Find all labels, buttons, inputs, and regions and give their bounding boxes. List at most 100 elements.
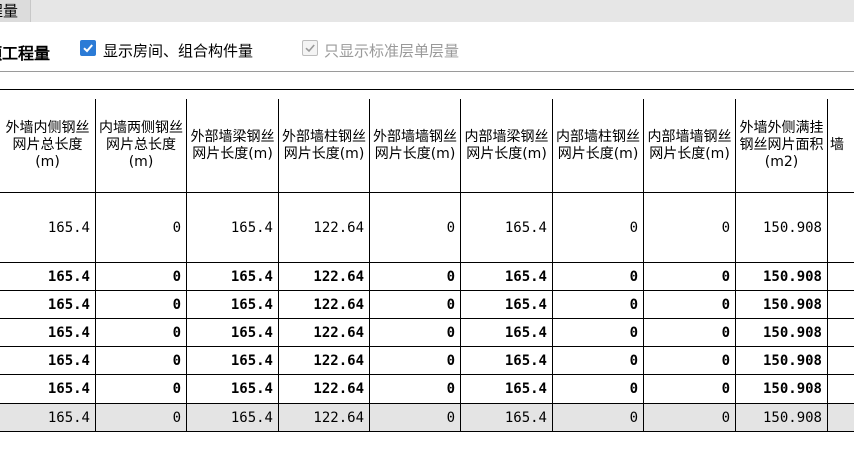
title-bar: 程量 xyxy=(0,0,854,23)
table-cell[interactable]: 0 xyxy=(644,375,736,403)
table-cell[interactable]: 0 xyxy=(370,404,461,431)
table-cell[interactable] xyxy=(828,347,854,374)
table-cell[interactable] xyxy=(828,193,854,262)
table-cell[interactable]: 0 xyxy=(644,404,736,431)
column-header[interactable]: 内部墙梁钢丝网片长度(m) xyxy=(461,99,553,192)
column-header[interactable]: 外部墙墙钢丝网片长度(m) xyxy=(370,99,461,192)
table-cell[interactable]: 122.64 xyxy=(279,375,370,403)
table-cell[interactable]: 165.4 xyxy=(187,193,279,262)
table-cell[interactable]: 0 xyxy=(96,347,187,374)
table-cell[interactable]: 165.4 xyxy=(187,319,279,346)
table-cell[interactable]: 0 xyxy=(553,263,644,290)
quota-quantity-label: 额工程量 xyxy=(0,44,51,63)
table-cell[interactable]: 165.4 xyxy=(187,404,279,431)
table-cell[interactable]: 0 xyxy=(370,375,461,403)
table-cell[interactable]: 122.64 xyxy=(279,263,370,290)
table-cell[interactable]: 122.64 xyxy=(279,291,370,318)
table-cell[interactable]: 0 xyxy=(96,263,187,290)
table-cell[interactable]: 0 xyxy=(96,404,187,431)
table-cell[interactable]: 0 xyxy=(553,319,644,346)
table-row[interactable]: 165.4 0 165.4 122.64 0 165.4 0 0 150.908 xyxy=(0,347,854,375)
table-cell[interactable]: 165.4 xyxy=(461,375,553,403)
show-rooms-label[interactable]: 显示房间、组合构件量 xyxy=(103,40,253,61)
table-cell[interactable]: 165.4 xyxy=(187,375,279,403)
table-header: 外墙内侧钢丝网片总长度(m) 内墙两侧钢丝网片总长度(m) 外部墙梁钢丝网片长度… xyxy=(0,99,854,193)
table-cell[interactable]: 0 xyxy=(96,193,187,262)
table-row[interactable]: 165.4 0 165.4 122.64 0 165.4 0 0 150.908 xyxy=(0,193,854,263)
table-cell[interactable]: 0 xyxy=(644,263,736,290)
table-cell[interactable]: 0 xyxy=(553,375,644,403)
table-cell[interactable]: 150.908 xyxy=(736,319,828,346)
table-cell[interactable]: 0 xyxy=(370,319,461,346)
standard-floor-checkbox xyxy=(302,40,318,56)
table-cell[interactable]: 150.908 xyxy=(736,291,828,318)
table-cell[interactable]: 0 xyxy=(553,404,644,431)
table-cell[interactable]: 0 xyxy=(96,319,187,346)
table-cell[interactable]: 165.4 xyxy=(461,347,553,374)
table-cell[interactable]: 0 xyxy=(553,291,644,318)
table-cell[interactable]: 150.908 xyxy=(736,263,828,290)
table-cell[interactable]: 165.4 xyxy=(461,263,553,290)
table-cell[interactable]: 165.4 xyxy=(461,404,553,431)
column-header[interactable]: 外墙内侧钢丝网片总长度(m) xyxy=(0,99,96,192)
toolbar-divider xyxy=(0,71,854,72)
table-cell[interactable]: 0 xyxy=(644,347,736,374)
table-cell[interactable]: 165.4 xyxy=(187,263,279,290)
table-cell[interactable]: 0 xyxy=(370,193,461,262)
table-cell[interactable]: 0 xyxy=(370,263,461,290)
column-header[interactable]: 外墙外侧满挂钢丝网片面积(m2) xyxy=(736,99,828,192)
table-cell[interactable]: 165.4 xyxy=(461,193,553,262)
checkmark-icon xyxy=(83,44,93,53)
column-header[interactable]: 外部墙梁钢丝网片长度(m) xyxy=(187,99,279,192)
table-cell[interactable] xyxy=(828,404,854,431)
column-header[interactable]: 外部墙柱钢丝网片长度(m) xyxy=(279,99,370,192)
table-cell[interactable]: 165.4 xyxy=(461,291,553,318)
column-header[interactable]: 内部墙墙钢丝网片长度(m) xyxy=(644,99,736,192)
table-cell[interactable]: 0 xyxy=(96,291,187,318)
table-cell[interactable]: 165.4 xyxy=(187,347,279,374)
table-cell[interactable]: 150.908 xyxy=(736,347,828,374)
table-cell[interactable]: 0 xyxy=(644,319,736,346)
table-row[interactable]: 165.4 0 165.4 122.64 0 165.4 0 0 150.908 xyxy=(0,319,854,347)
table-cell[interactable]: 0 xyxy=(644,193,736,262)
table-cell[interactable]: 165.4 xyxy=(0,347,96,374)
table-cell[interactable]: 122.64 xyxy=(279,404,370,431)
table-cell[interactable] xyxy=(828,263,854,290)
table-cell[interactable] xyxy=(828,291,854,318)
table-cell[interactable] xyxy=(828,375,854,403)
table-cell[interactable]: 0 xyxy=(96,375,187,403)
table-cell[interactable]: 122.64 xyxy=(279,193,370,262)
show-rooms-checkbox[interactable] xyxy=(80,40,96,56)
table-cell[interactable]: 122.64 xyxy=(279,347,370,374)
table-cell[interactable] xyxy=(828,319,854,346)
tab-quantities[interactable]: 程量 xyxy=(0,0,31,22)
column-header[interactable]: 墙 xyxy=(828,99,854,192)
table-row[interactable]: 165.4 0 165.4 122.64 0 165.4 0 0 150.908 xyxy=(0,375,854,404)
table-cell[interactable]: 150.908 xyxy=(736,404,828,431)
table-cell[interactable]: 0 xyxy=(553,193,644,262)
quantity-table: 外墙内侧钢丝网片总长度(m) 内墙两侧钢丝网片总长度(m) 外部墙梁钢丝网片长度… xyxy=(0,99,854,435)
table-cell[interactable]: 150.908 xyxy=(736,193,828,262)
table-cell[interactable]: 165.4 xyxy=(461,319,553,346)
table-cell[interactable]: 122.64 xyxy=(279,319,370,346)
table-cell[interactable]: 0 xyxy=(644,291,736,318)
table-cell[interactable]: 165.4 xyxy=(0,404,96,431)
table-cell[interactable]: 0 xyxy=(370,347,461,374)
table-cell[interactable]: 165.4 xyxy=(0,319,96,346)
table-cell[interactable]: 165.4 xyxy=(187,291,279,318)
checkmark-icon xyxy=(305,44,315,53)
table-cell[interactable]: 165.4 xyxy=(0,263,96,290)
table-row[interactable]: 165.4 0 165.4 122.64 0 165.4 0 0 150.908 xyxy=(0,291,854,319)
column-header[interactable]: 内墙两侧钢丝网片总长度(m) xyxy=(96,99,187,192)
table-cell[interactable]: 165.4 xyxy=(0,193,96,262)
table-cell[interactable]: 0 xyxy=(370,291,461,318)
table-row[interactable]: 165.4 0 165.4 122.64 0 165.4 0 0 150.908 xyxy=(0,263,854,291)
standard-floor-label: 只显示标准层单层量 xyxy=(324,42,460,60)
table-cell[interactable]: 0 xyxy=(553,347,644,374)
table-cell[interactable]: 165.4 xyxy=(0,375,96,403)
table-cell[interactable]: 150.908 xyxy=(736,375,828,403)
table-cell[interactable]: 165.4 xyxy=(0,291,96,318)
table-top-border xyxy=(0,89,854,90)
table-total-row[interactable]: 165.4 0 165.4 122.64 0 165.4 0 0 150.908 xyxy=(0,404,854,432)
column-header[interactable]: 内部墙柱钢丝网片长度(m) xyxy=(553,99,644,192)
